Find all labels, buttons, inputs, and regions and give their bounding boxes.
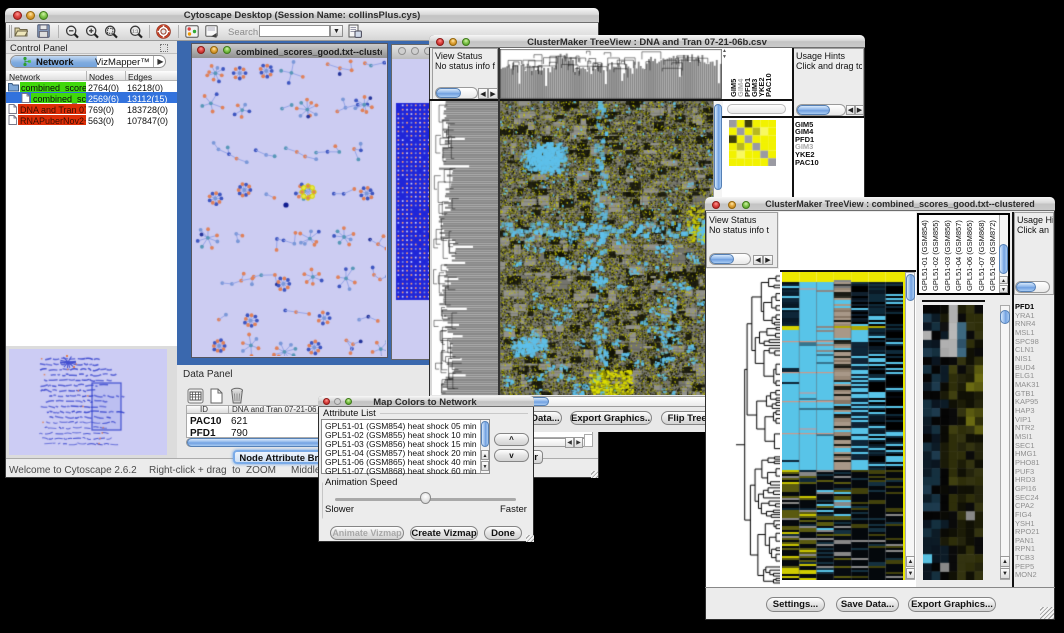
svg-text:1:1: 1:1 bbox=[132, 29, 139, 34]
